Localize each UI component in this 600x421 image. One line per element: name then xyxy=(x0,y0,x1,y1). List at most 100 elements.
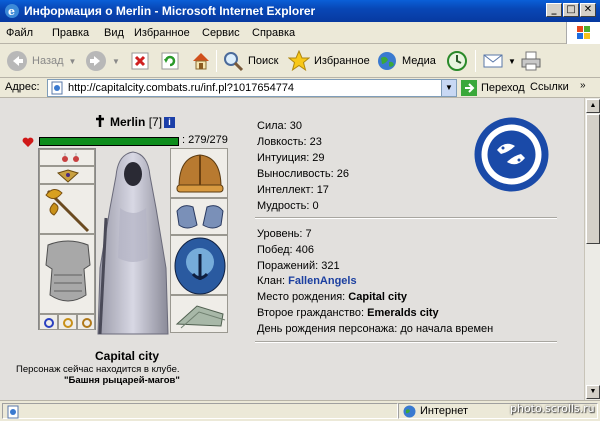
amulet-icon xyxy=(57,169,79,183)
star-icon xyxy=(288,50,310,72)
page-done-icon xyxy=(7,405,19,419)
ring-slot-2[interactable] xyxy=(58,314,77,330)
refresh-icon xyxy=(161,52,179,70)
watermark: photo.scrolls.ru xyxy=(510,402,595,415)
stat-endurance: Выносливость: 26 xyxy=(257,168,349,180)
helmet-icon xyxy=(176,154,224,193)
toolbar: Назад ▼ ▼ Поиск Избранное Медиа ▼ xyxy=(0,44,600,78)
info-losses: Поражений: 321 xyxy=(257,260,340,272)
close-button[interactable]: ✕ xyxy=(580,3,596,17)
character-name-row: Merlin [7] i xyxy=(95,115,176,129)
divider xyxy=(255,341,557,343)
menu-help[interactable]: Справка xyxy=(252,27,295,39)
back-arrow-icon xyxy=(7,51,27,71)
alignment-cross-icon xyxy=(96,115,104,127)
search-button[interactable]: Поиск xyxy=(222,48,278,74)
info-icon[interactable]: i xyxy=(164,117,176,128)
stop-button[interactable] xyxy=(130,48,150,74)
scroll-thumb[interactable] xyxy=(586,114,600,244)
address-url: http://capitalcity.combats.ru/inf.pl?101… xyxy=(68,82,295,94)
go-button[interactable]: Переход xyxy=(461,79,525,97)
refresh-button[interactable] xyxy=(160,48,180,74)
print-button[interactable] xyxy=(520,48,542,74)
address-input[interactable]: http://capitalcity.combats.ru/inf.pl?101… xyxy=(47,79,457,97)
stat-strength: Сила: 30 xyxy=(257,120,302,132)
menu-tools[interactable]: Сервис xyxy=(202,27,240,39)
forward-arrow-icon xyxy=(86,51,106,71)
hp-text: : 279/279 xyxy=(182,134,228,146)
mail-icon xyxy=(483,54,503,68)
menu-file[interactable]: Файл xyxy=(6,27,33,39)
boots-slot[interactable] xyxy=(170,295,228,333)
scroll-down-icon[interactable]: ▼ xyxy=(586,385,600,399)
shield-slot[interactable] xyxy=(170,235,228,295)
clan-emblem-icon xyxy=(474,117,549,192)
page-content: Merlin [7] i : 279/279 Capital city Перс… xyxy=(0,98,584,400)
media-button[interactable]: Медиа xyxy=(376,48,436,74)
armor-slot[interactable] xyxy=(39,234,95,314)
hooded-mage-icon xyxy=(97,151,169,335)
title-bar: e Информация о Merlin - Microsoft Intern… xyxy=(0,0,600,22)
character-location: Персонаж сейчас находится в клубе. xyxy=(16,364,180,375)
forward-dropdown-icon[interactable]: ▼ xyxy=(112,57,120,66)
stat-wisdom: Мудрость: 0 xyxy=(257,200,319,212)
back-button[interactable]: Назад ▼ xyxy=(6,48,76,74)
character-name: Merlin xyxy=(110,115,146,129)
menu-favorites[interactable]: Избранное xyxy=(134,27,190,39)
history-button[interactable] xyxy=(446,48,468,74)
zone-label: Интернет xyxy=(420,405,468,417)
links-button[interactable]: Ссылки xyxy=(530,81,569,93)
toolbar-separator xyxy=(216,50,217,72)
minimize-button[interactable]: _ xyxy=(546,3,562,17)
weapon-slot[interactable] xyxy=(39,184,95,234)
window-title: Информация о Merlin - Microsoft Internet… xyxy=(24,4,316,18)
armor-icon xyxy=(45,240,91,302)
links-chevron-icon[interactable]: » xyxy=(580,80,586,91)
vertical-scrollbar[interactable]: ▲ ▼ xyxy=(584,98,600,400)
info-wins: Побед: 406 xyxy=(257,244,314,256)
stop-icon xyxy=(131,52,149,70)
boots-icon xyxy=(175,305,226,329)
character-city: Capital city xyxy=(95,349,160,363)
mail-dropdown-icon[interactable]: ▼ xyxy=(508,57,516,66)
ring-icon xyxy=(44,318,54,328)
gloves-slot[interactable] xyxy=(170,198,228,235)
mail-button[interactable]: ▼ xyxy=(482,48,516,74)
back-dropdown-icon[interactable]: ▼ xyxy=(69,57,77,66)
favorites-button[interactable]: Избранное xyxy=(288,48,370,74)
club-name: "Башня рыцарей-магов" xyxy=(64,375,180,386)
equipment-left xyxy=(38,148,96,330)
ring-slot-3[interactable] xyxy=(77,314,95,330)
scroll-up-icon[interactable]: ▲ xyxy=(586,99,600,113)
maximize-button[interactable]: □ xyxy=(563,3,579,17)
info-clan: Клан: FallenAngels xyxy=(257,275,357,287)
earrings-icon xyxy=(62,153,79,162)
info-level: Уровень: 7 xyxy=(257,228,312,240)
equipment-right xyxy=(170,148,228,338)
ring-icon xyxy=(82,318,92,328)
stat-intuition: Интуиция: 29 xyxy=(257,152,325,164)
stat-intellect: Интеллект: 17 xyxy=(257,184,329,196)
helmet-slot[interactable] xyxy=(170,148,228,198)
amulet-slot[interactable] xyxy=(39,166,95,184)
printer-icon xyxy=(521,51,541,71)
forward-button[interactable]: ▼ xyxy=(85,48,120,74)
media-globe-icon xyxy=(378,52,396,70)
clan-link[interactable]: FallenAngels xyxy=(288,275,356,287)
stat-agility: Ловкость: 23 xyxy=(257,136,322,148)
menu-edit[interactable]: Правка xyxy=(52,27,89,39)
menu-bar: Файл Правка Вид Избранное Сервис Справка xyxy=(0,22,600,44)
search-icon xyxy=(224,52,244,72)
earrings-slot[interactable] xyxy=(39,149,95,166)
ring-icon xyxy=(63,318,73,328)
menu-view[interactable]: Вид xyxy=(104,27,124,39)
shield-icon xyxy=(174,237,226,295)
address-dropdown-icon[interactable]: ▼ xyxy=(441,80,456,96)
ring-slot-1[interactable] xyxy=(39,314,58,330)
axe-icon xyxy=(45,189,90,233)
heart-icon xyxy=(22,137,34,147)
svg-text:e: e xyxy=(8,5,15,18)
history-icon xyxy=(447,51,467,71)
home-button[interactable] xyxy=(190,48,212,74)
address-label: Адрес: xyxy=(5,81,40,93)
